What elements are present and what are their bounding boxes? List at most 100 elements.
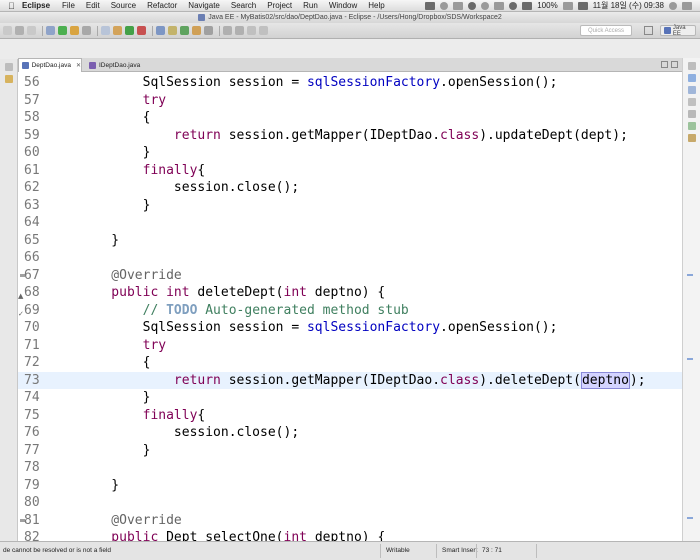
menu-source[interactable]: Source: [111, 1, 136, 10]
new-package-icon[interactable]: [168, 26, 177, 35]
code-line[interactable]: 81 @Override: [18, 512, 682, 530]
clock[interactable]: 11월 18일 (수) 09:38: [593, 0, 664, 11]
notification-center-icon[interactable]: [682, 1, 692, 10]
code-line[interactable]: 80: [18, 494, 682, 512]
line-code[interactable]: SqlSession session = sqlSessionFactory.o…: [80, 319, 558, 337]
line-code[interactable]: session.close();: [80, 179, 299, 197]
line-code[interactable]: }: [80, 144, 151, 162]
line-code[interactable]: session.close();: [80, 424, 299, 442]
code-line[interactable]: 67 @Override: [18, 267, 682, 285]
code-line[interactable]: 78: [18, 459, 682, 477]
servers-icon[interactable]: [688, 122, 696, 130]
line-code[interactable]: try: [80, 337, 166, 355]
line-code[interactable]: return session.getMapper(IDeptDao.class)…: [80, 127, 628, 145]
insert-mode-status[interactable]: Smart Insert: [442, 547, 477, 554]
code-line[interactable]: 79 }: [18, 477, 682, 495]
new-icon[interactable]: [3, 26, 12, 35]
spotlight-icon[interactable]: [669, 1, 677, 10]
tab-ideptdao[interactable]: IDeptDao.java: [86, 58, 150, 72]
code-line[interactable]: 62 session.close();: [18, 179, 682, 197]
override-marker[interactable]: [687, 358, 693, 360]
debug-icon[interactable]: [113, 26, 122, 35]
line-code[interactable]: public int deleteDept(int deptno) {: [80, 284, 385, 302]
tray-volume-icon[interactable]: [494, 1, 505, 10]
debug-server-icon[interactable]: [70, 26, 79, 35]
menu-app-name[interactable]: Eclipse: [22, 1, 50, 10]
code-line[interactable]: 57 try: [18, 92, 682, 110]
new-java-project-icon[interactable]: [156, 26, 165, 35]
open-type-icon[interactable]: [192, 26, 201, 35]
code-line[interactable]: 61 finally{: [18, 162, 682, 180]
code-line[interactable]: 74 }: [18, 389, 682, 407]
display-icon[interactable]: [522, 1, 533, 10]
line-code[interactable]: return session.getMapper(IDeptDao.class)…: [80, 371, 646, 390]
tray-time-machine-icon[interactable]: [468, 1, 477, 10]
line-code[interactable]: {: [80, 354, 151, 372]
code-line[interactable]: 72 {: [18, 354, 682, 372]
line-code[interactable]: try: [80, 92, 166, 110]
run-icon[interactable]: [125, 26, 134, 35]
menu-run[interactable]: Run: [303, 1, 318, 10]
battery-icon[interactable]: [562, 1, 573, 10]
server-icon[interactable]: [46, 26, 55, 35]
skip-breakpoints-icon[interactable]: [101, 26, 110, 35]
line-code[interactable]: {: [80, 109, 151, 127]
tray-bluetooth-icon[interactable]: [481, 1, 490, 10]
tray-cloud-icon[interactable]: [453, 1, 464, 10]
tab-deptdao[interactable]: DeptDao.java ✕: [18, 58, 82, 72]
line-code[interactable]: @Override: [80, 512, 181, 530]
line-code[interactable]: }: [80, 442, 151, 460]
prev-annotation-icon[interactable]: [235, 26, 244, 35]
code-line[interactable]: 71 try: [18, 337, 682, 355]
override-marker[interactable]: [687, 274, 693, 276]
wifi-icon[interactable]: [509, 1, 518, 10]
restore-icon[interactable]: [688, 62, 696, 70]
code-editor[interactable]: 56 SqlSession session = sqlSessionFactor…: [18, 72, 682, 541]
line-code[interactable]: public Dept selectOne(int deptno) {: [80, 529, 385, 541]
run-server-icon[interactable]: [58, 26, 67, 35]
line-code[interactable]: }: [80, 389, 151, 407]
menu-refactor[interactable]: Refactor: [147, 1, 177, 10]
code-line[interactable]: 70 SqlSession session = sqlSessionFactor…: [18, 319, 682, 337]
code-line[interactable]: 60 }: [18, 144, 682, 162]
code-line[interactable]: 73 return session.getMapper(IDeptDao.cla…: [18, 371, 682, 390]
restore-icon[interactable]: [5, 63, 13, 71]
code-line[interactable]: ✓ 69 // TODO Auto-generated method stub: [18, 302, 682, 320]
search-icon[interactable]: [204, 26, 213, 35]
menu-file[interactable]: File: [62, 1, 75, 10]
data-source-icon[interactable]: [688, 134, 696, 142]
code-line[interactable]: ▲ 68 public int deleteDept(int deptno) {: [18, 284, 682, 302]
code-line[interactable]: 76 session.close();: [18, 424, 682, 442]
menu-window[interactable]: Window: [329, 1, 357, 10]
code-line[interactable]: 59 return session.getMapper(IDeptDao.cla…: [18, 127, 682, 145]
line-code[interactable]: finally{: [80, 407, 206, 425]
code-line[interactable]: 63 }: [18, 197, 682, 215]
outline-icon[interactable]: [688, 74, 696, 82]
tray-sync-icon[interactable]: [440, 1, 449, 10]
save-icon[interactable]: [15, 26, 24, 35]
tray-app-icon[interactable]: [425, 1, 436, 10]
maximize-icon[interactable]: [671, 61, 678, 68]
next-annotation-icon[interactable]: [223, 26, 232, 35]
task-list-icon[interactable]: [688, 86, 696, 94]
close-icon[interactable]: ✕: [76, 62, 81, 69]
code-line[interactable]: 82 public Dept selectOne(int deptno) {: [18, 529, 682, 541]
menu-edit[interactable]: Edit: [86, 1, 100, 10]
line-code[interactable]: @Override: [80, 267, 181, 285]
save-all-icon[interactable]: [27, 26, 36, 35]
open-perspective-icon[interactable]: [644, 26, 653, 35]
apple-icon[interactable]: : [8, 1, 18, 11]
code-line[interactable]: 66: [18, 249, 682, 267]
new-class-icon[interactable]: [180, 26, 189, 35]
back-icon[interactable]: [247, 26, 256, 35]
line-code[interactable]: finally{: [80, 162, 206, 180]
line-code[interactable]: SqlSession session = sqlSessionFactory.o…: [80, 74, 558, 92]
markers-icon[interactable]: [688, 98, 696, 106]
forward-icon[interactable]: [259, 26, 268, 35]
properties-icon[interactable]: [688, 110, 696, 118]
line-code[interactable]: }: [80, 477, 119, 495]
override-marker[interactable]: [687, 517, 693, 519]
code-line[interactable]: 77 }: [18, 442, 682, 460]
input-source-icon[interactable]: [577, 1, 588, 10]
code-line[interactable]: 58 {: [18, 109, 682, 127]
